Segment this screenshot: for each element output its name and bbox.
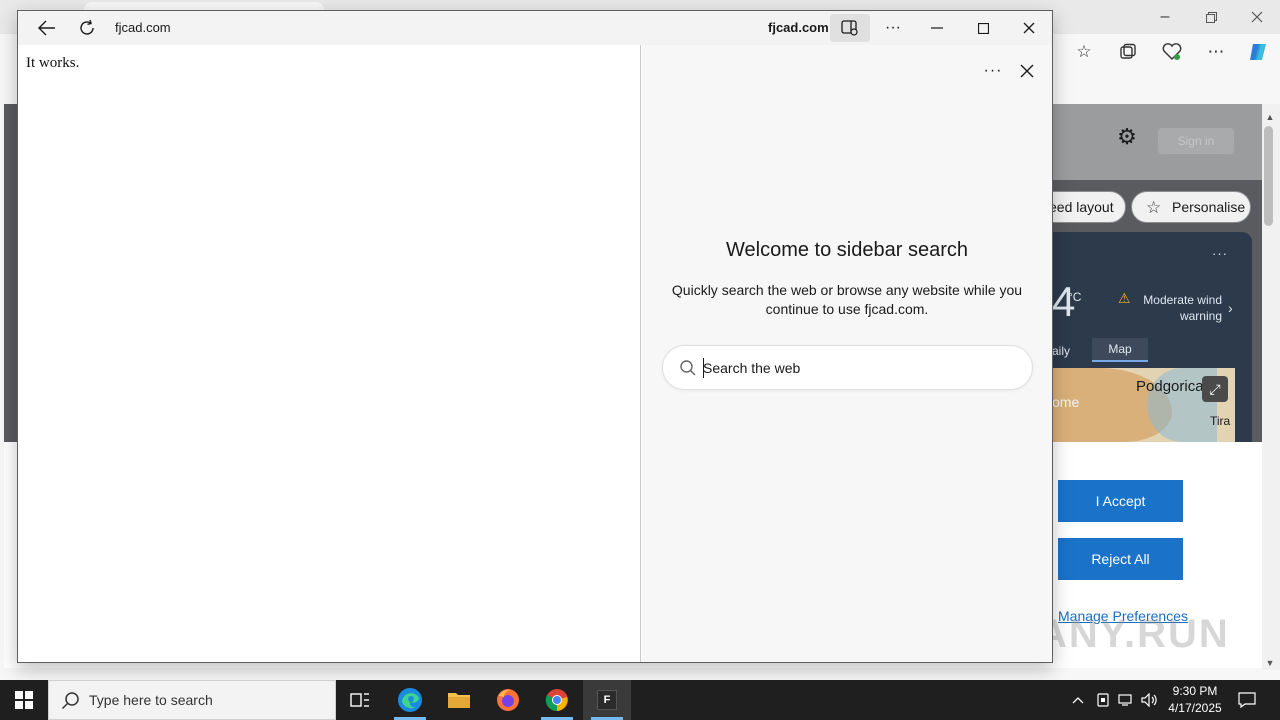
weather-warning[interactable]: Moderate wind warning (1136, 292, 1222, 324)
network-icon[interactable] (1116, 690, 1136, 710)
restore-icon[interactable] (1188, 4, 1234, 30)
watermark: ANY.RUN (1038, 612, 1230, 656)
personalise-label: Personalise (1172, 199, 1246, 215)
personalise-button[interactable]: ☆ Personalise (1131, 191, 1251, 223)
close-icon[interactable] (1234, 4, 1280, 30)
edge-icon (398, 688, 422, 712)
app-window: fjcad.com fjcad.com ··· It works. ··· We… (17, 10, 1053, 663)
map-label: ome (1052, 394, 1080, 410)
sidebar-search-box[interactable] (662, 345, 1033, 390)
app-titlebar: fjcad.com fjcad.com ··· (18, 11, 1052, 45)
windows-logo-icon (15, 691, 33, 709)
personalise-star-icon: ☆ (1146, 198, 1162, 217)
minimize-icon[interactable]: – (1142, 4, 1188, 30)
weather-more-icon[interactable]: ··· (1212, 246, 1228, 261)
sidebar-toggle-button[interactable] (830, 14, 870, 42)
clock-time: 9:30 PM (1172, 684, 1218, 698)
taskbar-search-box[interactable]: Type here to search (48, 680, 336, 720)
sidebar-search-panel: ··· Welcome to sidebar search Quickly se… (642, 45, 1052, 662)
task-view-button[interactable] (336, 680, 384, 720)
expand-icon[interactable]: ⤢ (1202, 376, 1228, 402)
reject-cookies-button[interactable]: Reject All (1058, 538, 1183, 580)
weather-tab-map[interactable]: Map (1092, 338, 1148, 362)
firefox-icon (497, 689, 519, 711)
scroll-up-icon[interactable]: ▲ (1263, 110, 1277, 124)
feed-layout-label: eed layout (1049, 199, 1114, 215)
device-icon[interactable] (1093, 690, 1113, 710)
taskbar-firefox[interactable] (484, 680, 532, 720)
start-button[interactable] (0, 680, 48, 720)
task-view-icon (350, 693, 369, 707)
taskbar-file-explorer[interactable] (435, 680, 483, 720)
taskbar-search-placeholder: Type here to search (89, 692, 213, 708)
search-icon (680, 360, 696, 376)
accept-cookies-button[interactable]: I Accept (1058, 480, 1183, 522)
gear-icon[interactable]: ⚙ (1112, 122, 1142, 152)
search-input[interactable] (703, 357, 1013, 379)
f-app-icon: F (597, 690, 617, 710)
weather-tab-daily[interactable]: aily (1052, 344, 1070, 358)
web-content[interactable]: It works. (18, 45, 641, 662)
favorites-star-icon[interactable]: ☆ (1070, 40, 1098, 64)
map-label: Podgorica (1136, 378, 1204, 395)
volume-icon[interactable] (1140, 690, 1160, 710)
refresh-button[interactable] (69, 14, 105, 42)
weather-unit: °C (1068, 290, 1082, 304)
system-clock[interactable]: 9:30 PM 4/17/2025 (1162, 683, 1228, 717)
notification-icon[interactable] (1234, 688, 1260, 712)
chrome-icon (545, 689, 568, 712)
sidebar-title: Welcome to sidebar search (726, 239, 968, 261)
address-url[interactable]: fjcad.com (115, 20, 171, 35)
map-label: Tira (1210, 414, 1231, 428)
minimize-icon[interactable] (919, 14, 955, 42)
taskbar-edge[interactable] (386, 680, 434, 720)
background-scrollbar-thumb[interactable] (1264, 126, 1273, 226)
warning-icon: ⚠ (1118, 290, 1131, 306)
scroll-down-icon[interactable]: ▼ (1263, 656, 1277, 670)
text-caret (703, 358, 704, 378)
clock-date: 4/17/2025 (1168, 701, 1222, 715)
site-name: fjcad.com (768, 20, 829, 35)
sidebar-close-icon[interactable] (1012, 57, 1042, 85)
search-icon (61, 692, 79, 710)
settings-more-icon[interactable]: ⋯ (1202, 40, 1230, 64)
browser-essentials-icon[interactable] (1158, 40, 1186, 64)
more-options-icon[interactable]: ··· (875, 14, 911, 42)
taskbar-chrome[interactable] (533, 680, 581, 720)
sidebar-description: Quickly search the web or browse any web… (671, 282, 1023, 317)
page-text: It works. (26, 55, 80, 71)
signin-button[interactable]: Sign in (1158, 128, 1234, 154)
copilot-icon[interactable] (1244, 40, 1272, 64)
folder-icon (448, 693, 470, 708)
back-button[interactable] (29, 14, 65, 42)
sidebar-more-icon[interactable]: ··· (978, 59, 1008, 83)
taskbar: Type here to search F 9:30 PM 4/17/2025 (0, 680, 1280, 720)
weather-map[interactable]: Podgorica ome Tira ⤢ (1052, 368, 1235, 442)
chevron-up-icon[interactable] (1068, 690, 1088, 710)
weather-card[interactable]: ··· 4 °C ⚠ Moderate wind warning › aily … (1052, 232, 1252, 442)
taskbar-f-app[interactable]: F (583, 680, 631, 720)
chevron-right-icon[interactable]: › (1228, 300, 1233, 316)
close-icon[interactable] (1011, 14, 1047, 42)
maximize-icon[interactable] (965, 14, 1001, 42)
collections-icon[interactable] (1114, 40, 1142, 64)
